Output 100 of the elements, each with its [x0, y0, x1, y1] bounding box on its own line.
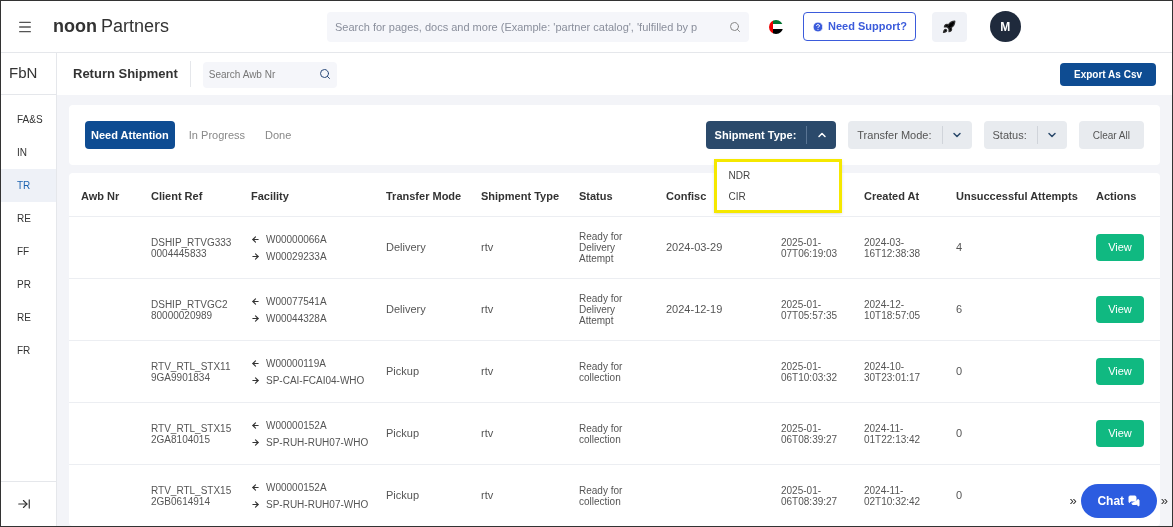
status-tab[interactable]: Done: [259, 121, 298, 149]
table-cell-text: 2025-01-06T08:39:27: [781, 422, 839, 445]
table-cell: 0: [956, 427, 963, 439]
table-cell: RTV_RTL_STX152GA8104015: [151, 422, 233, 445]
status-tab[interactable]: In Progress: [182, 121, 252, 149]
table-cell-text: Ready for Delivery Attempt: [579, 231, 624, 264]
arrow-right-icon: [251, 313, 260, 323]
table-cell-text: 2024-10-30T23:01:17: [864, 360, 922, 383]
table-cell-text: 2025-01-06T10:03:32: [781, 360, 839, 383]
table-cell: Delivery: [386, 241, 426, 253]
arrow-left-icon: [251, 420, 260, 430]
table-cell: Pickup: [386, 365, 420, 377]
table-cell: SP-CAI-FCAI04-WHO: [266, 374, 365, 386]
status-tab[interactable]: Need Attention: [85, 121, 175, 149]
arrow-right-icon: [251, 251, 260, 261]
arrow-left-icon: [251, 296, 260, 306]
chevrons-text: »: [1069, 492, 1077, 511]
column-header: Transfer Mode: [386, 189, 462, 202]
table-cell-text: 2024-12-10T18:57:05: [864, 298, 922, 321]
dropdown-option[interactable]: CIR: [728, 189, 827, 204]
table-cell: 4: [956, 241, 963, 253]
table-cell: 2024-03-29: [666, 241, 723, 253]
column-header: Status: [579, 189, 613, 202]
table-cell-text: Ready for Delivery Attempt: [579, 293, 624, 326]
support-button[interactable]: Need Support?: [803, 12, 916, 41]
sidebar-item[interactable]: FA&S: [1, 103, 56, 136]
logo-text: noon: [53, 15, 97, 38]
table-cell: Pickup: [386, 427, 420, 439]
chat-button[interactable]: Chat: [1080, 484, 1157, 518]
table-cell-text: 2025-01-07T06:19:03: [781, 236, 839, 259]
search-icon: [318, 68, 331, 80]
column-header: Facility: [251, 189, 289, 202]
sidebar-item[interactable]: IN: [1, 136, 56, 169]
table-cell: Pickup: [386, 489, 420, 501]
sidebar-title: FbN: [1, 53, 56, 95]
chat-icon: [1128, 495, 1141, 507]
arrow-left-icon: [251, 482, 260, 492]
column-header: Awb Nr: [81, 189, 120, 202]
arrow-left-icon: [251, 234, 260, 244]
help-icon: [812, 20, 824, 33]
table-cell: W00000152A: [266, 481, 327, 493]
sidebar-item[interactable]: TR: [1, 169, 56, 202]
table-cell-text: 2024-11-01T22:13:42: [864, 422, 922, 445]
column-header: Created At: [864, 189, 920, 202]
table-cell: SP-RUH-RUH07-WHO: [266, 498, 369, 510]
chevrons-text: »: [1160, 492, 1168, 511]
table-cell-text: 2024-11-02T10:32:42: [864, 484, 922, 507]
table-cell: 0: [956, 365, 963, 377]
column-header: Unsuccessful Attempts: [956, 189, 1078, 202]
arrow-right-icon: [251, 375, 260, 385]
table-cell-text: 2024-03-16T12:38:38: [864, 236, 922, 259]
table-cell-text: RTV_RTL_STX119GA9901834: [151, 360, 232, 383]
rocket-icon: [942, 19, 957, 34]
avatar[interactable]: M: [989, 11, 1021, 42]
table-cell: RTV_RTL_STX152GB0614914: [151, 484, 233, 507]
sidebar-item[interactable]: FF: [1, 235, 56, 268]
table-cell-text: DSHIP_RTVGC280000020989: [151, 298, 229, 321]
table-cell: W00000066A: [266, 233, 327, 245]
table-cell: rtv: [481, 241, 494, 253]
page-title: Return Shipment: [73, 61, 191, 87]
sidebar-item[interactable]: RE: [1, 301, 56, 334]
table-cell-text: Ready for collection: [579, 360, 624, 383]
table-cell: W00044328A: [266, 312, 327, 324]
arrow-left-icon: [251, 358, 260, 368]
table-cell: Delivery: [386, 303, 426, 315]
table-cell: rtv: [481, 365, 494, 377]
rocket-button[interactable]: [931, 11, 967, 42]
column-header: Confisc: [666, 189, 707, 202]
filter-dropdown[interactable]: Shipment Type:: [705, 121, 837, 149]
dropdown-option[interactable]: NDR: [728, 168, 827, 183]
column-header: Actions: [1096, 189, 1137, 202]
table-cell: SP-RUH-RUH07-WHO: [266, 436, 369, 448]
logo-text: Partners: [101, 15, 169, 38]
table-cell: 6: [956, 303, 963, 315]
export-button[interactable]: Export As Csv: [1060, 62, 1156, 86]
column-header: Shipment Type: [481, 189, 560, 202]
search-field[interactable]: Search for pages, docs and more (Example: 'partner catalog', 'fulfilled by p: [327, 11, 749, 42]
sidebar-item[interactable]: FR: [1, 334, 56, 367]
search-icon: [729, 20, 741, 33]
clear-all-button[interactable]: Clear All: [1078, 121, 1144, 149]
column-header: Client Ref: [151, 189, 203, 202]
table-cell: W00000119A: [266, 357, 326, 369]
table-cell-text: 2025-01-06T08:39:27: [781, 484, 839, 507]
table-cell-text: Ready for collection: [579, 484, 624, 507]
flag-icon[interactable]: [769, 19, 783, 34]
table-cell: rtv: [481, 303, 494, 315]
expand-icon[interactable]: [17, 497, 31, 511]
filter-dropdown[interactable]: Status:: [983, 121, 1067, 149]
table-cell: W00029233A: [266, 250, 327, 262]
table-cell: rtv: [481, 489, 494, 501]
sidebar-item[interactable]: PR: [1, 268, 56, 301]
table-cell: W00000152A: [266, 419, 327, 431]
table-cell: W00077541A: [266, 295, 327, 307]
sidebar-item[interactable]: RE: [1, 202, 56, 235]
table-cell: DSHIP_RTVG3330004445833: [151, 236, 233, 259]
awb-search-field[interactable]: Search Awb Nr: [202, 61, 337, 88]
filter-dropdown[interactable]: Transfer Mode:: [848, 121, 972, 149]
table-cell: 0: [956, 489, 963, 501]
table-cell: 2024-12-19: [666, 303, 723, 315]
arrow-right-icon: [251, 499, 260, 509]
